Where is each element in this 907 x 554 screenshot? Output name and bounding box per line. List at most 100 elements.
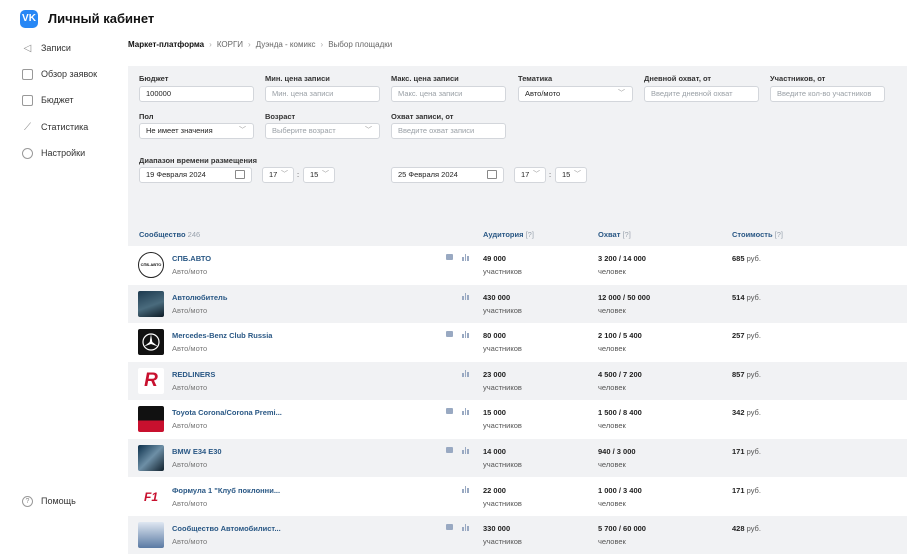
- min-price-input[interactable]: Мин. цена записи: [265, 86, 380, 102]
- audience-unit: участников: [483, 498, 522, 508]
- main-content: Маркет-платформа › КОРГИ › Дуэнда - комикс › В…: [128, 36, 907, 554]
- sidebar-item-label: Записи: [41, 43, 71, 53]
- help-mark[interactable]: [?]: [526, 230, 534, 239]
- stats-icon[interactable]: [462, 369, 469, 377]
- sidebar-item-settings[interactable]: Настройки: [22, 145, 85, 161]
- minute-to-select[interactable]: 15 ﹀: [555, 167, 587, 183]
- stats-icon[interactable]: [462, 408, 469, 416]
- breadcrumb-item[interactable]: Дуэнда - комикс: [256, 40, 316, 49]
- sidebar-item-stats[interactable]: ⟋ Статистика: [22, 119, 88, 135]
- help-mark[interactable]: [?]: [775, 230, 783, 239]
- reach-unit: человек: [598, 344, 626, 354]
- message-icon[interactable]: [446, 447, 453, 453]
- header-reach[interactable]: Охват [?]: [598, 230, 631, 239]
- header-audience[interactable]: Аудитория [?]: [483, 230, 534, 239]
- daily-reach-input[interactable]: Введите дневной охват: [644, 86, 759, 102]
- date-from-input[interactable]: 19 Февраля 2024: [139, 167, 252, 183]
- hour-to-select[interactable]: 17 ﹀: [514, 167, 546, 183]
- breadcrumb-item[interactable]: Маркет-платформа: [128, 40, 204, 49]
- price-cell: 171 руб.: [732, 447, 761, 456]
- calendar-icon[interactable]: [487, 170, 497, 179]
- table-row[interactable]: R REDLINERS Авто/мото 23 000 участников …: [128, 361, 907, 400]
- f1-logo-icon[interactable]: F1: [138, 483, 164, 510]
- price-value: 257: [732, 331, 745, 341]
- sidebar-item-label: Статистика: [41, 122, 89, 132]
- age-select[interactable]: Выберите возраст ﹀: [265, 123, 380, 139]
- mercedes-logo-icon[interactable]: [138, 329, 164, 356]
- table-row[interactable]: Mercedes-Benz Club Russia Авто/мото 80 0…: [128, 323, 907, 361]
- community-name[interactable]: Toyota Corona/Corona Premi...: [172, 408, 282, 417]
- stats-icon[interactable]: [462, 292, 469, 300]
- message-icon[interactable]: [446, 254, 453, 260]
- help-link[interactable]: ? Помощь: [22, 493, 76, 509]
- price-currency: руб.: [746, 485, 761, 495]
- stats-icon[interactable]: [462, 524, 469, 532]
- breadcrumb-item[interactable]: КОРГИ: [217, 40, 243, 49]
- stats-icon[interactable]: [462, 331, 469, 339]
- community-name[interactable]: Mercedes-Benz Club Russia: [172, 331, 272, 340]
- table-row[interactable]: СПБ.АВТО СПБ.АВТО Авто/мото 49 000 участ…: [128, 246, 907, 284]
- gender-select[interactable]: Не имеет значения ﹀: [139, 123, 254, 139]
- chevron-down-icon[interactable]: ⌄: [121, 12, 129, 23]
- community-name[interactable]: Автолюбитель: [172, 293, 227, 302]
- community-name[interactable]: Сообщество Автомобилист...: [172, 524, 281, 533]
- stats-icon[interactable]: [462, 447, 469, 454]
- audience-value: 430 000: [483, 292, 511, 302]
- stats-icon[interactable]: [462, 485, 469, 493]
- car-photo-icon[interactable]: [138, 290, 164, 317]
- community-name[interactable]: СПБ.АВТО: [172, 254, 211, 263]
- message-icon[interactable]: [446, 408, 453, 415]
- price-cell: 257 руб.: [732, 331, 761, 340]
- header-community[interactable]: Сообщество 246: [139, 230, 200, 239]
- chevron-down-icon: ﹀: [239, 127, 246, 134]
- budget-input[interactable]: 100000: [139, 86, 254, 102]
- audience-value: 15 000: [483, 408, 506, 418]
- sidebar-item-posts[interactable]: ◁ Записи: [22, 40, 71, 56]
- price-currency: руб.: [746, 447, 761, 456]
- price-cell: 428 руб.: [732, 524, 761, 533]
- calendar-icon[interactable]: [235, 170, 245, 179]
- price-value: 171: [732, 447, 745, 456]
- table-row[interactable]: Toyota Corona/Corona Premi... Авто/мото …: [128, 400, 907, 438]
- minute-from-select[interactable]: 15 ﹀: [303, 167, 335, 183]
- table-row[interactable]: F1 Формула 1 "Клуб поклонни... Авто/мото…: [128, 478, 907, 516]
- community-name[interactable]: REDLINERS: [172, 370, 215, 379]
- audience-unit: участников: [483, 382, 522, 392]
- reach-unit: человек: [598, 382, 626, 392]
- price-currency: руб.: [746, 408, 761, 418]
- car-club-logo-icon[interactable]: [138, 522, 164, 549]
- max-price-input[interactable]: Макс. цена записи: [391, 86, 506, 102]
- spb-auto-logo-icon[interactable]: СПБ.АВТО: [138, 252, 164, 278]
- message-icon[interactable]: [446, 331, 453, 338]
- sidebar-item-requests[interactable]: Обзор заявок: [22, 66, 97, 82]
- gear-icon: [22, 147, 33, 159]
- price-currency: руб.: [746, 331, 761, 341]
- community-name[interactable]: BMW E34 E30: [172, 447, 222, 456]
- audience-unit: участников: [483, 460, 522, 469]
- sidebar-item-label: Обзор заявок: [41, 69, 98, 79]
- members-input[interactable]: Введите кол-во участников: [770, 86, 885, 102]
- reach-input[interactable]: Введите охват записи: [391, 123, 506, 139]
- toyota-logo-icon[interactable]: [138, 406, 164, 433]
- message-icon[interactable]: [446, 524, 453, 531]
- time-range-label: Диапазон времени размещения: [139, 156, 257, 165]
- community-name[interactable]: Формула 1 "Клуб поклонни...: [172, 486, 280, 495]
- help-mark[interactable]: [?]: [622, 230, 630, 239]
- budget-label: Бюджет: [139, 74, 169, 83]
- date-to-input[interactable]: 25 Февраля 2024: [391, 167, 504, 183]
- header-price[interactable]: Стоимость [?]: [732, 230, 783, 239]
- hour-from-select[interactable]: 17 ﹀: [262, 167, 294, 183]
- price-cell: 685 руб.: [732, 254, 761, 263]
- stats-icon[interactable]: [462, 254, 469, 261]
- app-title[interactable]: Личный кабинет: [48, 11, 154, 26]
- redliners-logo-icon[interactable]: R: [138, 367, 164, 394]
- bmw-photo-icon[interactable]: [138, 445, 164, 471]
- community-category: Авто/мото: [172, 382, 208, 392]
- table-row[interactable]: Сообщество Автомобилист... Авто/мото 330…: [128, 516, 907, 554]
- table-row[interactable]: BMW E34 E30 Авто/мото 14 000 участников …: [128, 439, 907, 477]
- topic-select[interactable]: Авто/мото ﹀: [518, 86, 633, 102]
- chevron-down-icon: ﹀: [574, 171, 581, 178]
- sidebar-item-budget[interactable]: Бюджет: [22, 92, 74, 108]
- vk-logo-icon[interactable]: VK: [20, 10, 38, 28]
- table-row[interactable]: Автолюбитель Авто/мото 430 000 участнико…: [128, 284, 907, 323]
